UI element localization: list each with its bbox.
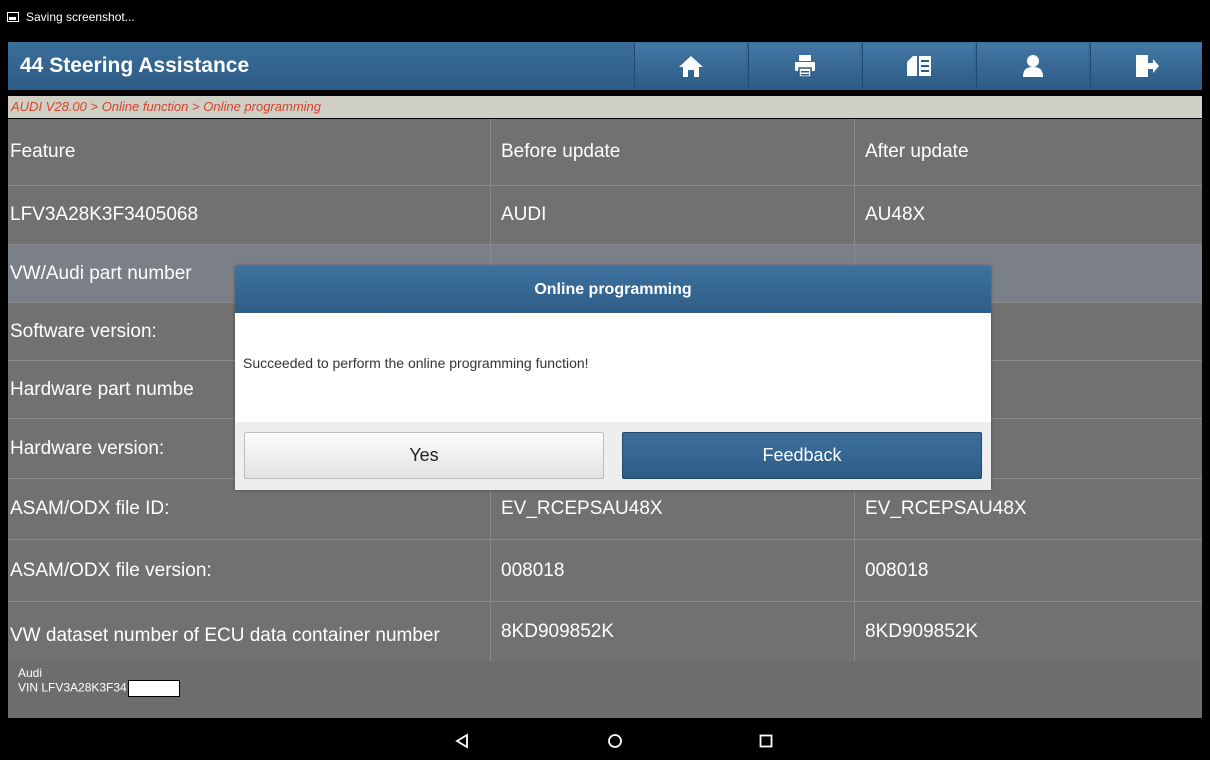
- breadcrumb: AUDI V28.00 > Online function > Online p…: [8, 96, 1202, 118]
- online-programming-dialog: Online programming Succeeded to perform …: [235, 266, 991, 490]
- user-button[interactable]: [976, 43, 1088, 89]
- home-nav-button[interactable]: [604, 730, 626, 752]
- screenshot-icon: [7, 11, 19, 22]
- table-cell: LFV3A28K3F3405068: [8, 186, 491, 244]
- system-navigation-bar: [0, 722, 1210, 760]
- table-cell: 8KD909852K: [865, 620, 979, 642]
- status-bar: Saving screenshot...: [0, 0, 1210, 33]
- vehicle-make: Audi: [18, 666, 43, 680]
- recents-icon: [759, 734, 773, 748]
- print-icon: [794, 55, 815, 78]
- table-cell: 8KD909852K: [491, 602, 855, 661]
- vehicle-vin: VIN LFV3A28K3F34: [18, 680, 127, 695]
- back-icon: [455, 733, 468, 749]
- report-button[interactable]: [862, 43, 974, 89]
- dialog-title: Online programming: [235, 266, 991, 313]
- table-cell: 008018: [865, 559, 929, 581]
- table-cell: ASAM/ODX file version:: [8, 540, 491, 601]
- user-icon: [1022, 55, 1043, 77]
- yes-button[interactable]: Yes: [244, 432, 604, 479]
- status-text: Saving screenshot...: [26, 9, 135, 24]
- page-title: 44 Steering Assistance: [20, 54, 250, 77]
- vehicle-info-bar: Audi VIN LFV3A28K3F34: [8, 661, 1202, 718]
- report-icon: [906, 56, 931, 76]
- table-cell: VW dataset number of ECU data container …: [8, 602, 491, 661]
- exit-button[interactable]: [1090, 43, 1202, 89]
- dialog-message: Succeeded to perform the online programm…: [243, 355, 589, 371]
- feedback-button[interactable]: Feedback: [622, 432, 982, 479]
- table-header-row: Feature Before update After update: [8, 119, 1202, 186]
- home-button[interactable]: [634, 43, 746, 89]
- print-button[interactable]: [748, 43, 860, 89]
- table-cell: AU48X: [865, 204, 926, 225]
- app-header: 44 Steering Assistance: [8, 42, 1202, 90]
- recents-button[interactable]: [755, 730, 777, 752]
- exit-icon: [1135, 55, 1159, 77]
- dialog-actions: Yes Feedback: [235, 422, 991, 490]
- table-row: VW dataset number of ECU data container …: [8, 602, 1202, 661]
- vin-redaction-box: [127, 680, 180, 697]
- table-row: LFV3A28K3F3405068 AUDI AU48X: [8, 186, 1202, 245]
- table-cell: AUDI: [491, 186, 855, 244]
- screen: Saving screenshot... 44 Steering Assista…: [0, 0, 1210, 760]
- column-header: After update: [865, 141, 969, 162]
- home-circle-icon: [608, 734, 622, 748]
- column-header: Feature: [8, 119, 491, 185]
- back-button[interactable]: [451, 730, 473, 752]
- table-row: ASAM/ODX file version: 008018 008018: [8, 540, 1202, 602]
- table-cell: 008018: [491, 540, 855, 601]
- column-header: Before update: [491, 119, 855, 185]
- home-icon: [678, 56, 703, 77]
